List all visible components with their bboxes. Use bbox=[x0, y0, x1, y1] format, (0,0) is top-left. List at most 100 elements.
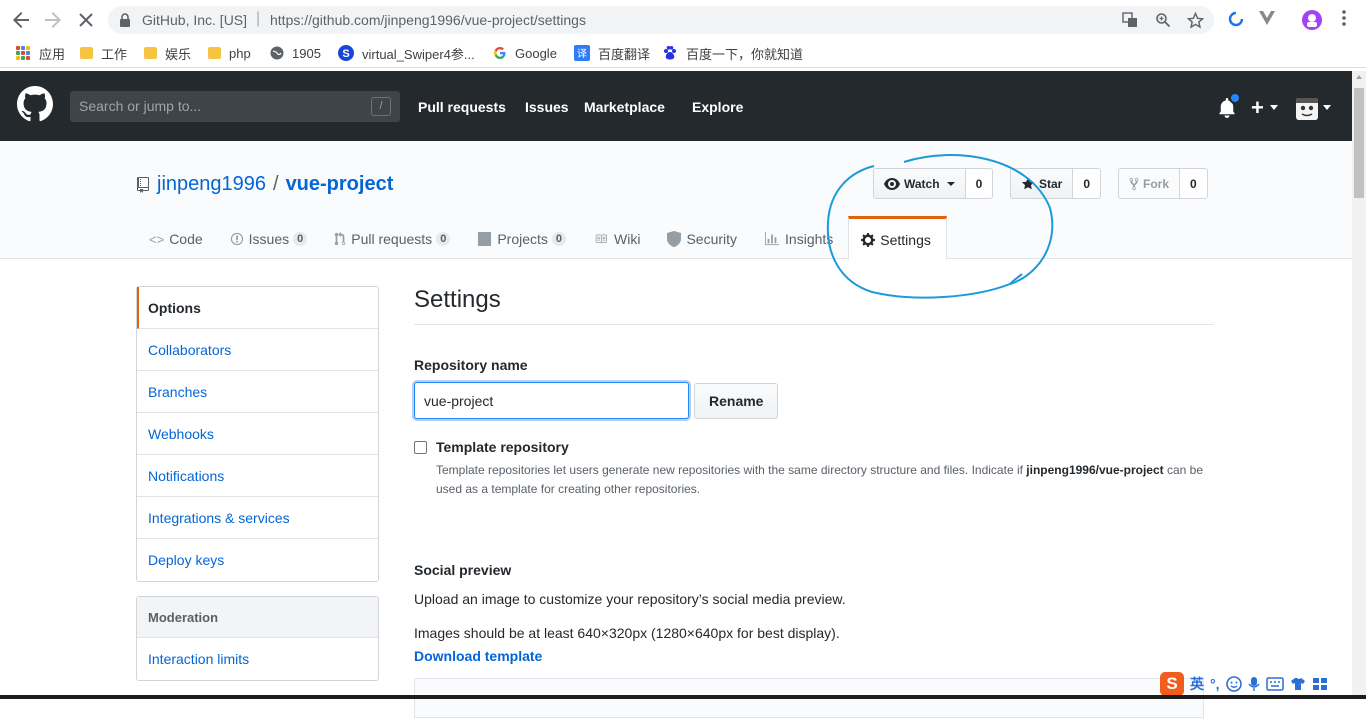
nav-issues[interactable]: Issues bbox=[525, 99, 569, 115]
sidebar-item-interaction-limits[interactable]: Interaction limits bbox=[137, 638, 378, 680]
page-title: Settings bbox=[414, 286, 1214, 325]
tab-label: Projects bbox=[497, 231, 548, 247]
user-avatar[interactable] bbox=[1296, 98, 1318, 120]
settings-content: Settings Repository name Rename Template… bbox=[414, 286, 1214, 718]
bookmark-baidu[interactable]: 百度一下，你就知道 bbox=[662, 43, 803, 63]
tab-label: Pull requests bbox=[351, 231, 433, 247]
ime-language-mode[interactable]: 英 bbox=[1190, 674, 1204, 694]
tab-wiki[interactable]: Wiki bbox=[581, 216, 655, 259]
bookmark-folder-fun[interactable]: 娱乐 bbox=[144, 43, 191, 63]
folder-icon bbox=[80, 47, 93, 59]
bookmark-baidu-translate[interactable]: 译 百度翻译 bbox=[574, 43, 650, 63]
sidebar-item-collaborators[interactable]: Collaborators bbox=[137, 329, 378, 371]
bookmark-label: 1905 bbox=[292, 45, 321, 61]
repository-header: jinpeng1996 / vue-project Watch 0 Star 0… bbox=[0, 141, 1352, 260]
tab-label: Insights bbox=[785, 231, 834, 247]
repo-tabs: <> Code Issues 0 Pull requests 0 Project… bbox=[137, 216, 947, 260]
watch-count[interactable]: 0 bbox=[965, 168, 994, 199]
tab-insights[interactable]: Insights bbox=[752, 216, 848, 259]
page-scrollbar[interactable] bbox=[1352, 71, 1366, 699]
bookmarks-bar: 应用 工作 娱乐 php 1905 S virtual_Swiper4参... … bbox=[0, 38, 1366, 68]
rename-button[interactable]: Rename bbox=[694, 383, 779, 419]
repo-name-field[interactable] bbox=[414, 382, 689, 419]
sidebar-item-options[interactable]: Options bbox=[137, 287, 378, 329]
star-button[interactable]: Star bbox=[1010, 168, 1074, 199]
stop-loading-icon[interactable] bbox=[74, 8, 98, 32]
chevron-down-icon[interactable] bbox=[1323, 105, 1331, 110]
tab-issues[interactable]: Issues 0 bbox=[218, 216, 323, 259]
chevron-down-icon[interactable] bbox=[1270, 105, 1278, 110]
back-arrow-icon[interactable] bbox=[9, 8, 33, 32]
nav-marketplace[interactable]: Marketplace bbox=[584, 99, 665, 115]
tab-code[interactable]: <> Code bbox=[137, 216, 218, 259]
tab-projects[interactable]: Projects 0 bbox=[465, 216, 581, 259]
tab-pull-requests[interactable]: Pull requests 0 bbox=[322, 216, 465, 259]
keyboard-icon[interactable] bbox=[1265, 677, 1284, 691]
repo-owner-link[interactable]: jinpeng1996 bbox=[157, 173, 266, 196]
forward-arrow-icon[interactable] bbox=[41, 8, 65, 32]
translate-icon[interactable] bbox=[1121, 12, 1139, 30]
bookmark-1905[interactable]: 1905 bbox=[270, 43, 321, 63]
vue-devtools-icon[interactable] bbox=[1257, 10, 1277, 30]
tab-label: Wiki bbox=[614, 231, 641, 247]
url-text[interactable]: https://github.com/jinpeng1996/vue-proje… bbox=[270, 12, 586, 28]
search-shortcut-key: / bbox=[371, 97, 391, 116]
bookmark-label: 娱乐 bbox=[165, 46, 192, 62]
download-template-link[interactable]: Download template bbox=[414, 648, 542, 664]
sidebar-item-webhooks[interactable]: Webhooks bbox=[137, 413, 378, 455]
search-placeholder: Search or jump to... bbox=[79, 98, 202, 114]
sidebar-item-integrations[interactable]: Integrations & services bbox=[137, 497, 378, 539]
emoji-icon[interactable] bbox=[1225, 676, 1242, 692]
issue-icon bbox=[230, 232, 243, 246]
bookmark-folder-php[interactable]: php bbox=[208, 43, 251, 63]
gear-icon bbox=[861, 232, 876, 247]
bookmark-label: virtual_Swiper4参... bbox=[362, 46, 475, 62]
sogou-logo-icon[interactable]: S bbox=[1160, 672, 1184, 696]
nav-pull-requests[interactable]: Pull requests bbox=[418, 99, 506, 115]
sidebar-item-notifications[interactable]: Notifications bbox=[137, 455, 378, 497]
fork-count[interactable]: 0 bbox=[1180, 168, 1208, 199]
sidebar-item-deploy-keys[interactable]: Deploy keys bbox=[137, 539, 378, 581]
watch-button[interactable]: Watch bbox=[873, 168, 966, 199]
bookmark-label: 应用 bbox=[39, 46, 66, 62]
lock-icon[interactable] bbox=[119, 13, 131, 27]
github-logo-icon[interactable] bbox=[17, 86, 53, 122]
graph-icon bbox=[765, 232, 780, 246]
scroll-up-arrow-icon[interactable] bbox=[1356, 75, 1362, 79]
template-repository-checkbox[interactable] bbox=[414, 441, 427, 454]
bookmark-label: 百度翻译 bbox=[598, 46, 651, 62]
fork-button[interactable]: Fork bbox=[1118, 168, 1181, 199]
bookmark-folder-work[interactable]: 工作 bbox=[80, 43, 127, 63]
profile-avatar-icon[interactable] bbox=[1302, 10, 1322, 30]
browser-menu-icon[interactable] bbox=[1334, 10, 1354, 30]
tab-security[interactable]: Security bbox=[655, 216, 752, 259]
extension-icon[interactable] bbox=[1226, 10, 1246, 30]
bookmark-swiper[interactable]: S virtual_Swiper4参... bbox=[338, 43, 475, 63]
tab-settings[interactable]: Settings bbox=[848, 216, 947, 260]
skin-shirt-icon[interactable] bbox=[1290, 677, 1306, 691]
bookmark-star-icon[interactable] bbox=[1186, 11, 1204, 30]
toolbox-grid-icon[interactable] bbox=[1312, 677, 1328, 691]
template-repository-label[interactable]: Template repository bbox=[436, 439, 569, 455]
star-count[interactable]: 0 bbox=[1073, 168, 1102, 199]
site-origin: GitHub, Inc. [US] bbox=[142, 12, 248, 28]
scrollbar-thumb[interactable] bbox=[1354, 88, 1364, 198]
bookmark-apps[interactable]: 应用 bbox=[16, 43, 65, 63]
fork-button-group: Fork 0 bbox=[1118, 168, 1208, 199]
bookmark-label: php bbox=[229, 45, 251, 61]
issues-counter: 0 bbox=[293, 232, 308, 246]
social-preview-heading: Social preview bbox=[414, 562, 512, 578]
microphone-icon[interactable] bbox=[1247, 676, 1260, 692]
create-new-icon[interactable]: + bbox=[1251, 95, 1264, 121]
repo-book-icon bbox=[137, 176, 149, 193]
settings-sidebar: Options Collaborators Branches Webhooks … bbox=[136, 286, 379, 582]
sidebar-item-branches[interactable]: Branches bbox=[137, 371, 378, 413]
punctuation-icon[interactable]: °, bbox=[1210, 676, 1220, 692]
search-input[interactable]: Search or jump to... / bbox=[70, 91, 400, 122]
folder-icon bbox=[144, 47, 157, 59]
bookmark-google[interactable]: Google bbox=[493, 43, 557, 63]
zoom-icon[interactable] bbox=[1154, 12, 1172, 30]
repo-name-link[interactable]: vue-project bbox=[286, 173, 394, 196]
address-bar[interactable]: GitHub, Inc. [US] | https://github.com/j… bbox=[108, 6, 1214, 34]
nav-explore[interactable]: Explore bbox=[692, 99, 743, 115]
